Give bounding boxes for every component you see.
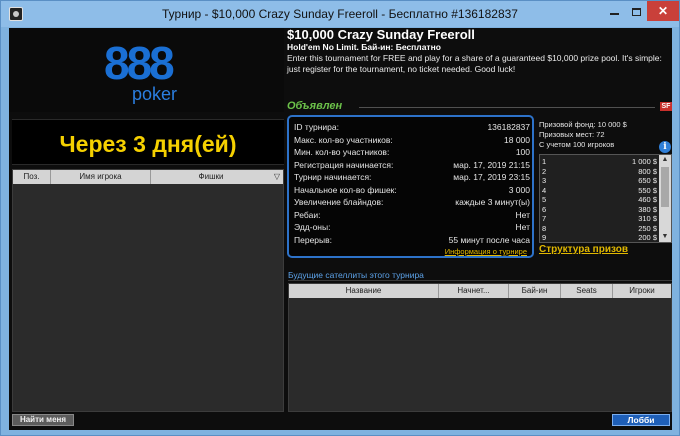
tournament-window: Турнир - $10,000 Crazy Sunday Freeroll -… <box>0 0 680 436</box>
scroll-up-icon[interactable]: ▲ <box>659 155 671 165</box>
satellites-table-header: Название Начнет... Бай-ин Seats Игроки <box>289 284 671 298</box>
column-header-name[interactable]: Название <box>289 284 439 298</box>
info-row-max-players: Макс. кол-во участников: 18 000 <box>294 134 530 145</box>
prize-pool: Призовой фонд: 10 000 $ <box>539 120 627 129</box>
scroll-thumb[interactable] <box>661 167 669 207</box>
minimize-button[interactable] <box>603 1 625 21</box>
info-row-break: Перерыв: 55 минут после часа <box>294 234 530 245</box>
column-header-start[interactable]: Начнет... <box>439 284 509 298</box>
info-row-rebuys: Ребаи: Нет <box>294 209 530 220</box>
logo-area: 888 poker <box>9 28 284 112</box>
close-button[interactable]: ✕ <box>647 1 679 21</box>
find-me-button[interactable]: Найти меня <box>12 414 74 426</box>
satellites-title: Будущие сателлиты этого турнира <box>288 270 424 280</box>
window-title: Турнир - $10,000 Crazy Sunday Freeroll -… <box>162 7 518 21</box>
client-area: 888 poker Через 3 дня(ей) Поз. Имя игрок… <box>9 28 672 430</box>
prize-row: 6 380 $ <box>542 204 657 214</box>
satellites-table[interactable]: Название Начнет... Бай-ин Seats Игроки <box>288 283 672 412</box>
tournament-name: $10,000 Crazy Sunday Freeroll <box>287 27 475 42</box>
prize-row: 3 650 $ <box>542 176 657 185</box>
info-row-registration-start: Регистрация начинается: мар. 17, 2019 21:… <box>294 159 530 170</box>
brand-logo-888: 888 <box>104 37 175 89</box>
prize-row: 11 000 $ <box>542 157 657 166</box>
column-header-position[interactable]: Поз. <box>13 170 51 184</box>
scroll-down-icon[interactable]: ▼ <box>659 232 671 242</box>
prize-structure-link[interactable]: Структура призов <box>539 244 628 255</box>
prize-row: 7 310 $ <box>542 214 657 223</box>
prize-row: 9 200 $ <box>542 233 657 242</box>
info-row-id: ID турнира: 136182837 <box>294 122 530 132</box>
tournament-info-link[interactable]: Информация о турнире <box>445 247 527 257</box>
info-row-addons: Эдд-оны: Нет <box>294 222 530 232</box>
tournament-status: Объявлен <box>287 100 343 112</box>
info-row-blind-increase: Увеличение блайндов: каждые 3 минут(ы) <box>294 197 530 207</box>
brand-logo-poker: poker <box>132 84 178 104</box>
column-header-seats[interactable]: Seats <box>561 284 613 298</box>
info-row-min-players: Мин. кол-во участников: 100 <box>294 147 530 157</box>
prize-row: 5 460 $ <box>542 195 657 204</box>
tournament-info-panel: ID турнира: 136182837 Макс. кол-во участн… <box>287 115 534 258</box>
prize-scrollbar[interactable]: ▲ ▼ <box>659 155 671 242</box>
prize-row: 4 550 $ <box>542 185 657 195</box>
sf-badge: SF <box>660 102 672 111</box>
maximize-icon <box>631 7 641 16</box>
prize-basis: С учетом 100 игроков <box>539 140 615 149</box>
column-header-players[interactable]: Игроки <box>613 284 671 298</box>
tournament-description: Enter this tournament for FREE and play … <box>287 53 662 74</box>
maximize-button[interactable] <box>625 1 647 21</box>
info-icon[interactable]: i <box>659 141 671 153</box>
info-row-starting-chips: Начальное кол-во фишек: 3 000 <box>294 184 530 195</box>
sort-dropdown-icon[interactable]: ▽ <box>270 170 284 184</box>
column-header-chips[interactable]: Фишки <box>151 170 271 184</box>
players-table[interactable]: Поз. Имя игрока Фишки ▽ <box>12 169 284 412</box>
countdown-banner: Через 3 дня(ей) <box>12 119 284 165</box>
prize-places: Призовых мест: 72 <box>539 130 605 139</box>
status-divider <box>359 107 655 108</box>
minimize-icon <box>609 12 619 15</box>
satellites-divider <box>288 280 672 281</box>
info-row-tournament-start: Турнир начинается: мар. 17, 2019 23:15 <box>294 172 530 182</box>
lobby-button[interactable]: Лобби <box>612 414 670 426</box>
column-header-buyin[interactable]: Бай-ин <box>509 284 561 298</box>
prize-row: 2 800 $ <box>542 166 657 176</box>
column-header-player-name[interactable]: Имя игрока <box>51 170 151 184</box>
players-table-header: Поз. Имя игрока Фишки ▽ <box>13 170 283 184</box>
prize-list[interactable]: 11 000 $ 2 800 $ 3 650 $ 4 550 $ 5 460 $ 6 38… <box>539 154 672 243</box>
prize-row: 8 250 $ <box>542 223 657 233</box>
title-bar[interactable]: Турнир - $10,000 Crazy Sunday Freeroll -… <box>1 1 679 27</box>
tournament-game-line: Hold'em No Limit. Бай-ин: Бесплатно <box>287 42 441 52</box>
countdown-text: Через 3 дня(ей) <box>59 131 237 157</box>
